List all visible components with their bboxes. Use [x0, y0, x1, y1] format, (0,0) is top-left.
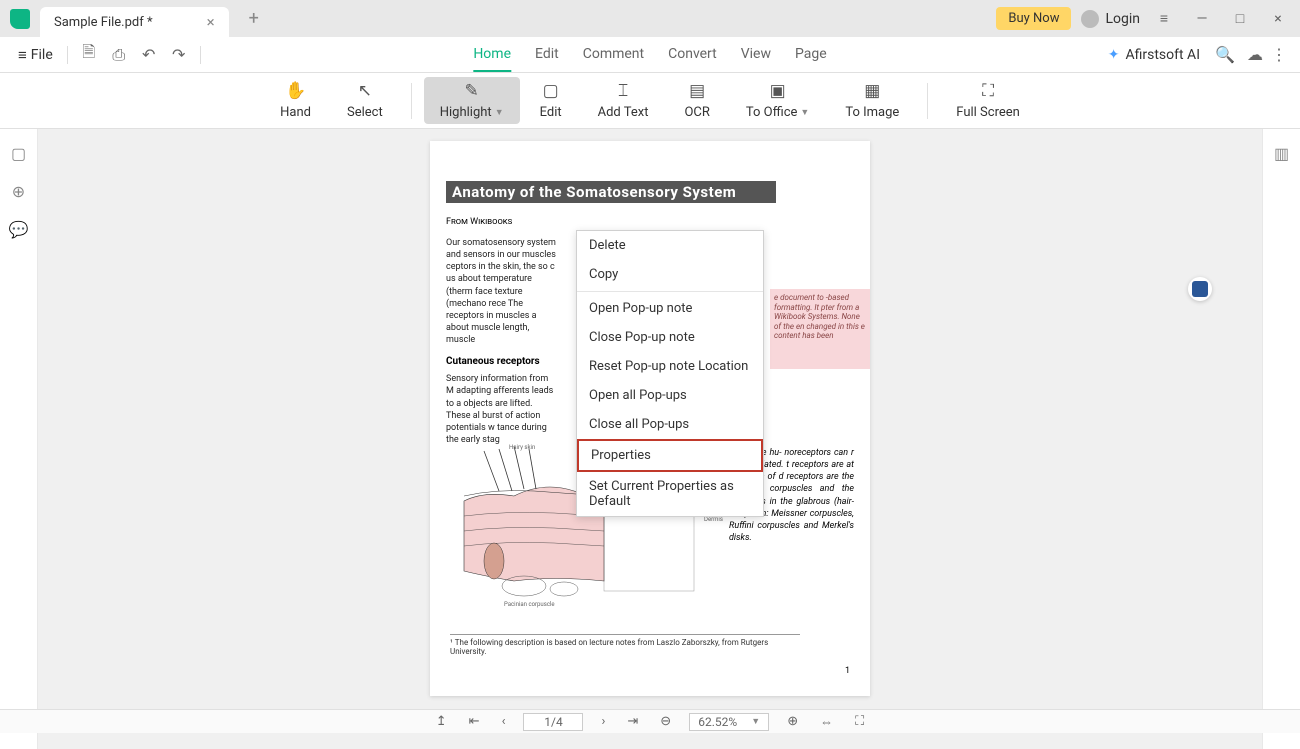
chevron-down-icon: ▼ — [495, 107, 504, 118]
ocr-tool[interactable]: ▤ OCR — [668, 77, 725, 124]
ctx-set-default[interactable]: Set Current Properties as Default — [577, 472, 763, 516]
tab-convert[interactable]: Convert — [668, 38, 717, 72]
document-paragraph: Sensory information from M adapting affe… — [446, 373, 556, 446]
ctx-reset-popup[interactable]: Reset Pop-up note Location — [577, 352, 763, 381]
sparkle-icon: ✦ — [1108, 47, 1120, 63]
ctx-open-all[interactable]: Open all Pop-ups — [577, 381, 763, 410]
to-office-tool[interactable]: ▣ To Office▼ — [730, 77, 825, 124]
minimize-button[interactable]: — — [1188, 5, 1216, 33]
ctx-close-all[interactable]: Close all Pop-ups — [577, 410, 763, 439]
buy-now-button[interactable]: Buy Now — [996, 7, 1071, 30]
first-page-icon[interactable]: ⇤ — [465, 714, 484, 729]
svg-text:Hairy skin: Hairy skin — [509, 444, 535, 451]
titlebar: Sample File.pdf * × + Buy Now Login ≡ — … — [0, 0, 1300, 37]
pencil-icon: ✎ — [462, 81, 482, 101]
document-paragraph: Our somatosensory system and sensors in … — [446, 237, 556, 346]
zoom-in-icon[interactable]: ⊕ — [783, 714, 802, 729]
statusbar: ↥ ⇤ ‹ 1/4 › ⇥ ⊖ 62.52%▼ ⊕ ⇔ ⛶ — [0, 709, 1300, 733]
tab-view[interactable]: View — [741, 38, 771, 72]
edit-icon: ▢ — [541, 81, 561, 101]
undo-icon[interactable]: ↶ — [134, 40, 164, 70]
thumbnails-icon[interactable]: ▢ — [9, 143, 29, 163]
menubar: File 🗎 ⎙ ↶ ↷ Home Edit Comment Convert V… — [0, 37, 1300, 73]
document-tab[interactable]: Sample File.pdf * × — [40, 7, 229, 37]
hand-icon: ✋ — [286, 81, 306, 101]
fit-page-icon[interactable]: ⛶ — [851, 714, 868, 729]
svg-text:Pacinian corpuscle: Pacinian corpuscle — [504, 601, 555, 608]
avatar-icon — [1081, 10, 1099, 28]
maximize-button[interactable]: □ — [1226, 5, 1254, 33]
bookmarks-icon[interactable]: ⊕ — [9, 181, 29, 201]
highlight-tool[interactable]: ✎ Highlight▼ — [424, 77, 520, 124]
add-text-tool[interactable]: ⌶ Add Text — [582, 77, 665, 124]
hand-tool[interactable]: ✋ Hand — [264, 77, 327, 124]
annotation-note: e document to -based formatting. It pter… — [770, 289, 870, 369]
hamburger-icon — [18, 46, 27, 64]
ctx-close-popup[interactable]: Close Pop-up note — [577, 323, 763, 352]
ctx-delete[interactable]: Delete — [577, 231, 763, 260]
print-icon[interactable]: ⎙ — [104, 40, 134, 70]
fullscreen-tool[interactable]: ⛶ Full Screen — [940, 77, 1036, 124]
menu-icon[interactable]: ≡ — [1150, 5, 1178, 33]
redo-icon[interactable]: ↷ — [164, 40, 194, 70]
prev-page-icon[interactable]: ‹ — [498, 714, 510, 729]
image-icon: ▦ — [862, 81, 882, 101]
document-source: From Wikibooks — [446, 217, 854, 227]
fit-width-icon[interactable]: ⇔ — [816, 714, 837, 730]
chevron-down-icon: ▼ — [800, 107, 809, 118]
tab-title: Sample File.pdf * — [54, 15, 153, 30]
fullscreen-icon: ⛶ — [978, 81, 998, 101]
svg-text:Dermis: Dermis — [704, 516, 723, 523]
zoom-level[interactable]: 62.52%▼ — [689, 713, 769, 731]
ctx-copy[interactable]: Copy — [577, 260, 763, 289]
document-footnote: ¹ The following description is based on … — [450, 634, 800, 656]
file-menu[interactable]: File — [10, 42, 61, 68]
login-button[interactable]: Login — [1081, 10, 1140, 28]
text-icon: ⌶ — [613, 81, 633, 101]
tab-page[interactable]: Page — [795, 38, 827, 72]
search-icon[interactable]: 🔍 — [1210, 40, 1240, 70]
document-title: Anatomy of the Somatosensory System — [446, 181, 776, 203]
select-tool[interactable]: ↖ Select — [331, 77, 399, 124]
tab-edit[interactable]: Edit — [535, 38, 559, 72]
scroll-top-icon[interactable]: ↥ — [432, 714, 451, 729]
zoom-out-icon[interactable]: ⊖ — [656, 714, 675, 729]
close-button[interactable]: × — [1264, 5, 1292, 33]
word-export-badge[interactable] — [1188, 277, 1212, 301]
menu-tabs: Home Edit Comment Convert View Page — [473, 38, 826, 72]
to-image-tool[interactable]: ▦ To Image — [829, 77, 915, 124]
tab-close-icon[interactable]: × — [203, 13, 219, 31]
ctx-open-popup[interactable]: Open Pop-up note — [577, 294, 763, 323]
ai-button[interactable]: ✦ Afirstsoft AI — [1108, 47, 1200, 63]
tab-comment[interactable]: Comment — [583, 38, 644, 72]
office-icon: ▣ — [768, 81, 788, 101]
comments-icon[interactable]: 💬 — [9, 219, 29, 239]
last-page-icon[interactable]: ⇥ — [623, 714, 642, 729]
ribbon-toolbar: ✋ Hand ↖ Select ✎ Highlight▼ ▢ Edit ⌶ Ad… — [0, 73, 1300, 129]
app-logo — [0, 9, 40, 29]
page-indicator[interactable]: 1/4 — [523, 713, 583, 731]
ctx-properties[interactable]: Properties — [577, 439, 763, 472]
more-icon[interactable]: ⋮ — [1264, 40, 1294, 70]
right-sidebar: ▥ — [1262, 129, 1300, 749]
edit-tool[interactable]: ▢ Edit — [524, 77, 578, 124]
ocr-icon: ▤ — [687, 81, 707, 101]
save-icon[interactable]: 🗎 — [74, 40, 104, 70]
tab-home[interactable]: Home — [473, 38, 511, 72]
page-number: 1 — [845, 666, 850, 676]
new-tab-button[interactable]: + — [241, 4, 267, 33]
next-page-icon[interactable]: › — [597, 714, 609, 729]
left-sidebar: ▢ ⊕ 💬 — [0, 129, 38, 749]
cursor-icon: ↖ — [355, 81, 375, 101]
context-menu: Delete Copy Open Pop-up note Close Pop-u… — [576, 230, 764, 517]
panel-icon[interactable]: ▥ — [1272, 143, 1292, 163]
